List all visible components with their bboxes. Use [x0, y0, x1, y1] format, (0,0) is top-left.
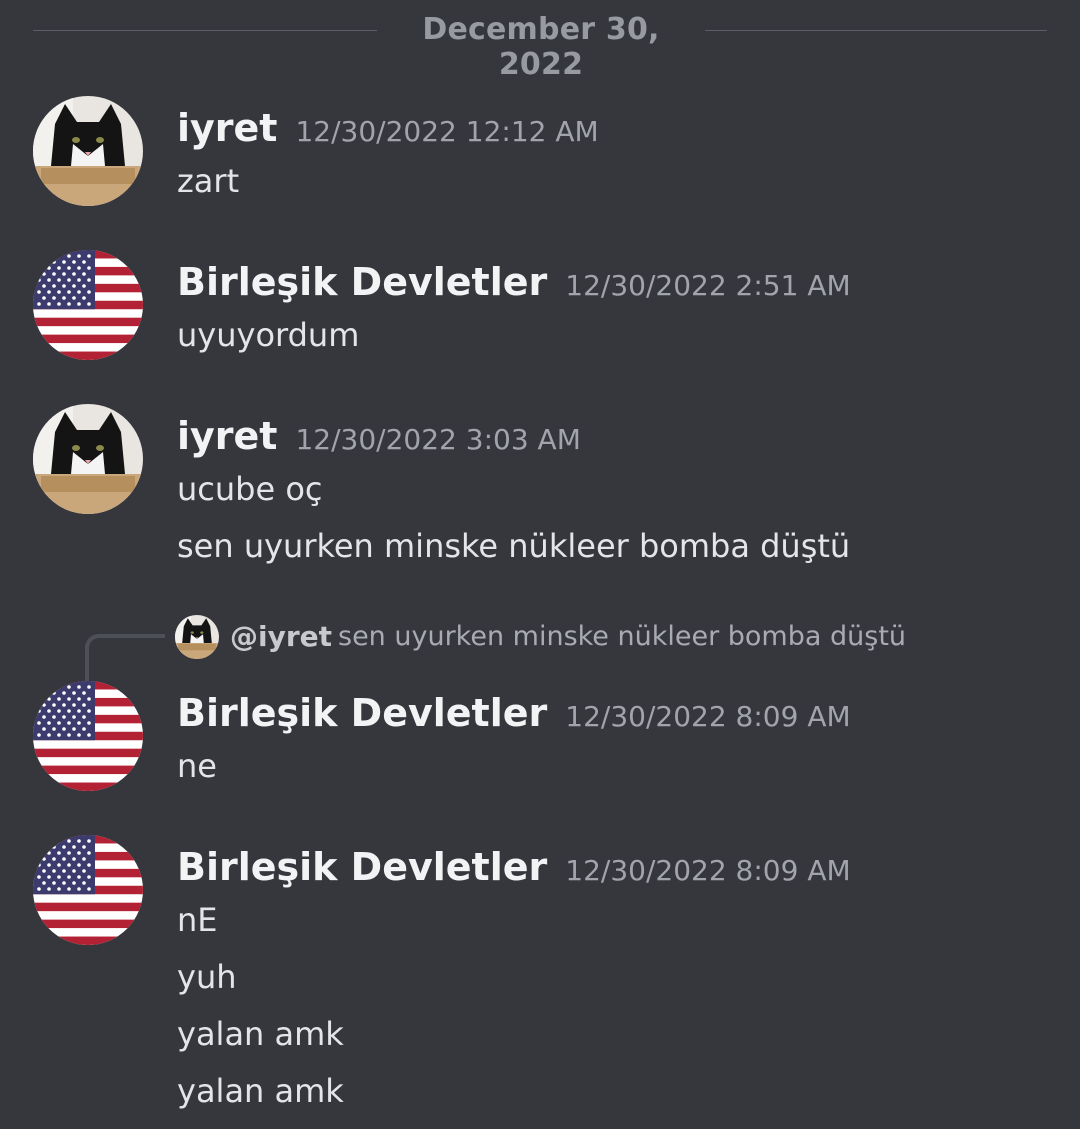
username[interactable]: Birleşik Devletler [177, 691, 547, 735]
username[interactable]: iyret [177, 414, 277, 458]
chat-messages[interactable]: December 30, 2022 iyret 12/30/2022 12:12 … [0, 0, 1080, 1129]
reply-spine [85, 634, 165, 682]
reply-text[interactable]: sen uyurken minske nükleer bomba düştü [338, 621, 906, 652]
message-text: zart [177, 162, 240, 200]
cat-avatar[interactable] [33, 404, 143, 514]
reply-preview[interactable]: @iyret sen uyurken minske nükleer bomba … [0, 612, 1080, 682]
message-header: Birleşik Devletler 12/30/2022 8:09 AM [177, 845, 851, 889]
message-header: iyret 12/30/2022 12:12 AM [177, 106, 599, 150]
cat-avatar [175, 615, 219, 659]
message-text: ucube oç [177, 470, 323, 508]
username[interactable]: Birleşik Devletler [177, 845, 547, 889]
us-flag-avatar[interactable] [33, 835, 143, 945]
username[interactable]: Birleşik Devletler [177, 260, 547, 304]
message-text: uyuyordum [177, 316, 360, 354]
message-header: Birleşik Devletler 12/30/2022 2:51 AM [177, 260, 851, 304]
message-text: ne [177, 747, 217, 785]
timestamp[interactable]: 12/30/2022 3:03 AM [295, 423, 580, 456]
message-text: yuh [177, 958, 237, 996]
message-text: yalan amk [177, 1015, 344, 1053]
message-text: sen uyurken minske nükleer bomba düştü [177, 527, 851, 565]
timestamp[interactable]: 12/30/2022 8:09 AM [565, 700, 850, 733]
username[interactable]: iyret [177, 106, 277, 150]
message-header: iyret 12/30/2022 3:03 AM [177, 414, 581, 458]
timestamp[interactable]: 12/30/2022 12:12 AM [295, 115, 598, 148]
timestamp[interactable]: 12/30/2022 8:09 AM [565, 854, 850, 887]
divider-line [33, 30, 377, 31]
cat-avatar[interactable] [33, 96, 143, 206]
message-text: nE [177, 901, 218, 939]
message-header: Birleşik Devletler 12/30/2022 8:09 AM [177, 691, 851, 735]
reply-mention[interactable]: @iyret [230, 620, 332, 653]
divider-line [705, 30, 1047, 31]
date-divider: December 30, 2022 [33, 8, 1047, 82]
us-flag-avatar[interactable] [33, 681, 143, 791]
message-text: yalan amk [177, 1072, 344, 1110]
timestamp[interactable]: 12/30/2022 2:51 AM [565, 269, 850, 302]
divider-date: December 30, 2022 [422, 12, 660, 82]
us-flag-avatar[interactable] [33, 250, 143, 360]
